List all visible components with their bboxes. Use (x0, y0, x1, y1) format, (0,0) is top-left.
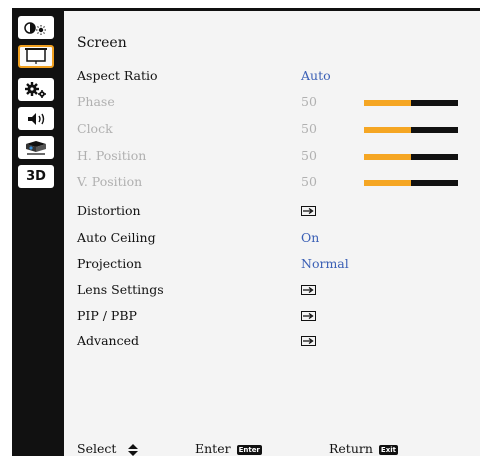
phase-slider (364, 100, 458, 106)
settings-gears-icon (25, 81, 46, 98)
menu-row-value: On (301, 230, 320, 245)
hint-select-label: Select (77, 441, 117, 456)
menu-row-label: Distortion (77, 203, 141, 218)
sidebar-item-projector[interactable] (18, 136, 54, 159)
enter-submenu-icon[interactable] (301, 285, 316, 295)
menu-row-label: Projection (77, 256, 142, 271)
slider-fill (364, 180, 411, 186)
menu-row-value: 50 (301, 148, 317, 163)
enter-submenu-icon[interactable] (301, 311, 316, 321)
menu-row-label: PIP / PBP (77, 308, 137, 323)
menu-row-label: H. Position (77, 148, 147, 163)
audio-volume-icon (28, 112, 45, 125)
sidebar-item-3d[interactable]: 3D (18, 165, 54, 188)
menu-row-advanced[interactable]: Advanced (77, 333, 477, 353)
hint-enter: Enter Enter (195, 441, 262, 456)
menu-row-label: Lens Settings (77, 282, 164, 297)
menu-row-label: Auto Ceiling (77, 230, 156, 245)
menu-row-label: Clock (77, 121, 113, 136)
v-position-slider (364, 180, 458, 186)
slider-fill (364, 127, 411, 133)
hint-return: Return Exit (329, 441, 398, 456)
menu-row-value: 50 (301, 121, 317, 136)
projector-icon (26, 140, 46, 155)
menu-row-projection[interactable]: Projection Normal (77, 256, 477, 276)
menu-row-value: 50 (301, 174, 317, 189)
menu-row-value: Auto (301, 68, 331, 83)
menu-row-pip-pbp[interactable]: PIP / PBP (77, 308, 477, 328)
sidebar-item-audio[interactable] (18, 107, 54, 130)
menu-row-label: Phase (77, 94, 115, 109)
brightness-contrast-icon (24, 21, 46, 35)
page-title: Screen (77, 35, 127, 51)
menu-content: Screen Aspect Ratio Auto Phase 50 Clock … (64, 11, 480, 456)
enter-key-icon: Enter (236, 444, 262, 455)
3d-icon: 3D (26, 169, 46, 184)
menu-row-lens-settings[interactable]: Lens Settings (77, 282, 477, 302)
menu-row-value: 50 (301, 94, 317, 109)
menu-row-auto-ceiling[interactable]: Auto Ceiling On (77, 230, 477, 250)
menu-row-value: Normal (301, 256, 349, 271)
hint-enter-label: Enter (195, 441, 231, 456)
sidebar-item-screen[interactable] (18, 45, 54, 68)
hint-return-label: Return (329, 441, 373, 456)
exit-key-icon: Exit (378, 444, 398, 455)
slider-fill (364, 154, 411, 160)
sidebar: 3D (12, 8, 64, 456)
menu-row-aspect-ratio[interactable]: Aspect Ratio Auto (77, 68, 477, 88)
up-down-arrows-icon (128, 443, 139, 456)
enter-submenu-icon[interactable] (301, 336, 316, 346)
menu-row-phase: Phase 50 (77, 94, 477, 114)
h-position-slider (364, 154, 458, 160)
sidebar-item-settings[interactable] (18, 78, 54, 101)
enter-submenu-icon[interactable] (301, 206, 316, 216)
menu-row-v-position: V. Position 50 (77, 174, 477, 194)
menu-row-label: Advanced (77, 333, 139, 348)
screen-icon (25, 48, 47, 64)
menu-row-h-position: H. Position 50 (77, 148, 477, 168)
hint-select: Select (77, 441, 139, 456)
menu-row-label: V. Position (77, 174, 143, 189)
menu-row-clock: Clock 50 (77, 121, 477, 141)
sidebar-item-picture[interactable] (18, 16, 54, 39)
menu-row-distortion[interactable]: Distortion (77, 203, 477, 223)
slider-fill (364, 100, 411, 106)
menu-row-label: Aspect Ratio (77, 68, 158, 83)
clock-slider (364, 127, 458, 133)
